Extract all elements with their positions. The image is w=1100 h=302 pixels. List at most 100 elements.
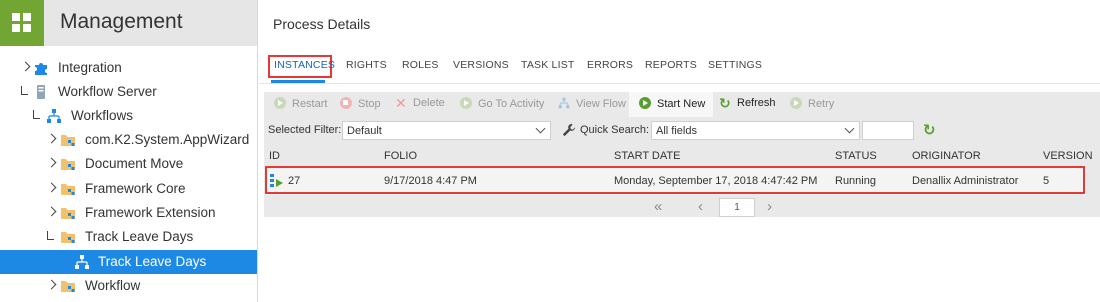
cell-folio: 9/17/2018 4:47 PM [384, 175, 477, 187]
tree-item-label: Workflow Server [58, 84, 157, 99]
cell-id: 27 [288, 175, 301, 187]
tree-item-label: Track Leave Days [98, 254, 207, 269]
folder-workflow-icon [61, 232, 75, 243]
play-circle-icon [460, 97, 472, 109]
tab-errors[interactable]: ERRORS [587, 59, 633, 71]
folder-workflow-icon [61, 208, 75, 219]
page-number-input[interactable]: 1 [719, 198, 755, 217]
tab-instances[interactable]: INSTANCES [274, 59, 335, 71]
tab-bar: INSTANCES RIGHTS ROLES VERSIONS TASK LIS… [259, 50, 1100, 84]
table-row[interactable]: 27 9/17/2018 4:47 PM Monday, September 1… [265, 166, 1086, 195]
tree-item-label: Workflows [71, 108, 134, 123]
view-flow-label: View Flow [576, 98, 626, 110]
play-circle-icon [639, 97, 651, 109]
restart-label: Restart [292, 98, 328, 110]
tree-item-workflow[interactable]: Workflow [0, 274, 257, 298]
tree-item-workflows[interactable]: Workflows [0, 104, 257, 128]
refresh-icon: ↻ [719, 95, 731, 111]
tree-item-label: Framework Extension [85, 205, 216, 220]
workflow-icon [47, 109, 61, 123]
filter-row: Selected Filter: Default Quick Search: A… [264, 120, 1100, 142]
tree-item-label: com.K2.System.AppWizard [85, 132, 250, 147]
quick-search-field-dropdown[interactable]: All fields [651, 121, 860, 140]
expand-chevron-icon[interactable] [21, 59, 33, 75]
tree-item-track-leave-days-folder[interactable]: Track Leave Days [0, 225, 257, 249]
stop-label: Stop [358, 98, 381, 110]
start-new-button[interactable]: Start New [629, 92, 714, 117]
wrench-icon [562, 123, 576, 137]
tab-settings[interactable]: SETTINGS [708, 59, 762, 71]
tree-item-integration[interactable]: Integration [0, 56, 257, 80]
folder-workflow-icon [61, 135, 75, 146]
restart-button[interactable]: Restart [274, 97, 327, 110]
column-header-id[interactable]: ID [269, 150, 280, 162]
search-refresh-icon[interactable]: ↻ [923, 121, 936, 139]
grid-header: ID FOLIO START DATE STATUS ORIGINATOR VE… [264, 146, 1100, 166]
tree-item-framework-core[interactable]: Framework Core [0, 177, 257, 201]
delete-button[interactable]: ✕ Delete [395, 95, 445, 111]
nav-header: Management [0, 0, 257, 46]
view-flow-button[interactable]: View Flow [558, 97, 626, 110]
workflow-icon [75, 255, 89, 269]
go-to-activity-label: Go To Activity [478, 98, 545, 110]
instances-panel: Restart Stop ✕ Delete Go To Activity View… [264, 92, 1100, 217]
tab-rights[interactable]: RIGHTS [346, 59, 387, 71]
tree-item-document-move[interactable]: Document Move [0, 152, 257, 176]
collapse-corner-icon[interactable] [43, 228, 55, 244]
app-logo-icon[interactable] [0, 0, 44, 46]
next-page-icon[interactable]: › [767, 198, 772, 215]
folder-workflow-icon [61, 159, 75, 170]
tab-roles[interactable]: ROLES [402, 59, 439, 71]
expand-chevron-icon[interactable] [47, 131, 59, 147]
column-header-version[interactable]: VERSION [1043, 150, 1093, 162]
search-input[interactable] [862, 121, 914, 140]
cell-version: 5 [1043, 175, 1050, 187]
expand-chevron-icon[interactable] [47, 155, 59, 171]
column-header-start-date[interactable]: START DATE [614, 150, 680, 162]
puzzle-icon [35, 63, 47, 75]
stop-button[interactable]: Stop [340, 97, 381, 110]
chevron-down-icon [535, 123, 546, 134]
tab-versions[interactable]: VERSIONS [453, 59, 509, 71]
folder-workflow-icon [61, 184, 75, 195]
expand-chevron-icon[interactable] [47, 204, 59, 220]
app-title: Management [60, 10, 183, 33]
page-title: Process Details [273, 16, 371, 32]
tree-item-workflow-server[interactable]: Workflow Server [0, 80, 257, 104]
play-circle-icon [790, 97, 802, 109]
selected-filter-value: Default [347, 125, 382, 137]
tab-task-list[interactable]: TASK LIST [521, 59, 575, 71]
column-header-originator[interactable]: ORIGINATOR [912, 150, 981, 162]
tab-reports[interactable]: REPORTS [645, 59, 697, 71]
delete-label: Delete [413, 97, 445, 109]
column-header-status[interactable]: STATUS [835, 150, 877, 162]
collapse-corner-icon[interactable] [29, 107, 41, 123]
expand-chevron-icon[interactable] [47, 277, 59, 293]
tree-item-track-leave-days-workflow[interactable]: Track Leave Days [0, 250, 257, 274]
go-to-activity-button[interactable]: Go To Activity [460, 97, 544, 110]
cell-start-date: Monday, September 17, 2018 4:47:42 PM [614, 175, 818, 187]
tree-item-label: Workflow [85, 278, 141, 293]
delete-x-icon: ✕ [395, 95, 407, 111]
refresh-button[interactable]: ↻ Refresh [719, 95, 776, 111]
collapse-corner-icon[interactable] [17, 83, 29, 99]
retry-label: Retry [808, 98, 835, 110]
quick-search-field-value: All fields [656, 125, 697, 137]
retry-button[interactable]: Retry [790, 97, 834, 110]
expand-chevron-icon[interactable] [47, 180, 59, 196]
first-page-icon[interactable]: « [654, 198, 662, 215]
workflow-icon [558, 97, 570, 109]
tree-item-appwizard[interactable]: com.K2.System.AppWizard [0, 128, 257, 152]
cell-status: Running [835, 175, 876, 187]
selected-filter-dropdown[interactable]: Default [342, 121, 551, 140]
active-tab-underline [271, 80, 325, 83]
selected-filter-label: Selected Filter: [268, 124, 342, 136]
tree-item-framework-extension[interactable]: Framework Extension [0, 201, 257, 225]
cell-originator: Denallix Administrator [912, 175, 1019, 187]
start-new-label: Start New [657, 98, 706, 110]
tree-item-label: Integration [58, 60, 122, 75]
previous-page-icon[interactable]: ‹ [698, 198, 703, 215]
column-header-folio[interactable]: FOLIO [384, 150, 417, 162]
toolbar: Restart Stop ✕ Delete Go To Activity View… [264, 92, 1100, 117]
refresh-label: Refresh [737, 97, 776, 109]
